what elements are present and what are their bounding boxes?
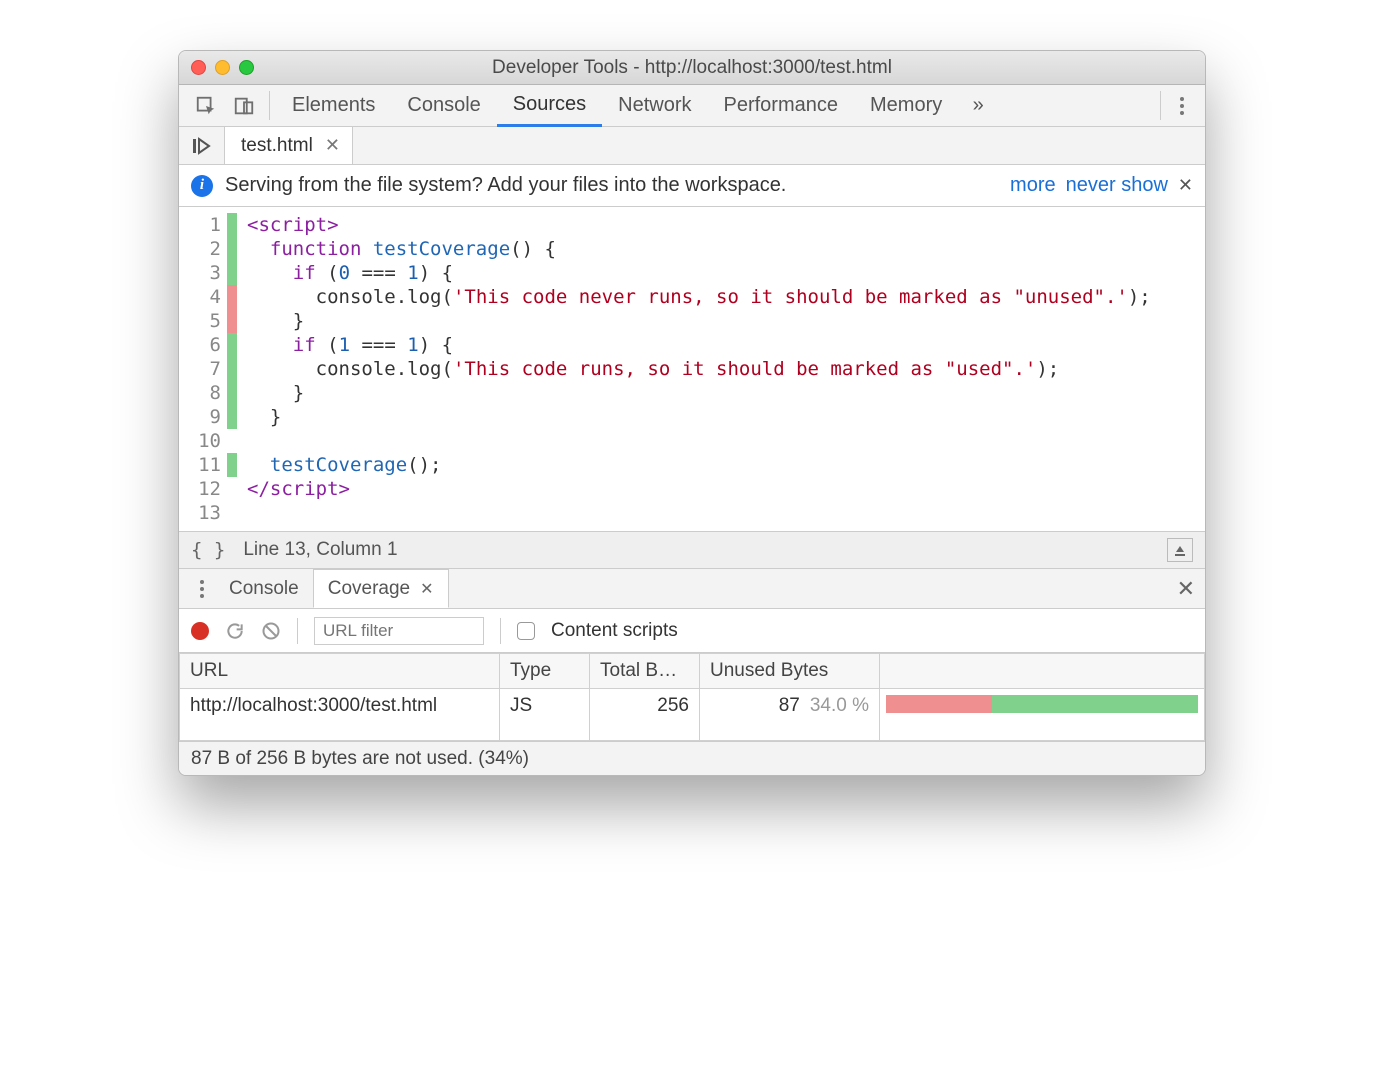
file-tab-label: test.html	[241, 135, 313, 157]
tab-sources[interactable]: Sources	[497, 85, 602, 127]
collapse-pane-icon[interactable]	[1167, 538, 1193, 562]
reload-icon[interactable]	[225, 621, 245, 641]
coverage-table: URL Type Total B… Unused Bytes http://lo…	[179, 653, 1205, 741]
table-header-row: URL Type Total B… Unused Bytes	[180, 654, 1205, 689]
drawer-tab-console[interactable]: Console	[215, 569, 313, 608]
col-header-type[interactable]: Type	[500, 654, 590, 689]
col-header-unused[interactable]: Unused Bytes	[700, 654, 880, 689]
cursor-position: Line 13, Column 1	[243, 539, 397, 561]
table-row[interactable]: http://localhost:3000/test.htmlJS2568734…	[180, 689, 1205, 741]
coverage-toolbar: Content scripts	[179, 609, 1205, 653]
code-area[interactable]: <script> function testCoverage() { if (0…	[237, 207, 1205, 531]
tab-elements[interactable]: Elements	[276, 85, 391, 126]
titlebar: Developer Tools - http://localhost:3000/…	[179, 51, 1205, 85]
window-controls	[191, 60, 254, 75]
zoom-window-button[interactable]	[239, 60, 254, 75]
tab-memory[interactable]: Memory	[854, 85, 958, 126]
divider	[269, 91, 270, 120]
minimize-window-button[interactable]	[215, 60, 230, 75]
col-header-total[interactable]: Total B…	[590, 654, 700, 689]
divider	[297, 618, 298, 644]
divider	[1160, 91, 1161, 120]
tab-console[interactable]: Console	[391, 85, 496, 126]
drawer-menu-icon[interactable]	[189, 579, 215, 599]
col-header-url[interactable]: URL	[180, 654, 500, 689]
inspect-element-icon[interactable]	[187, 85, 225, 126]
tab-network[interactable]: Network	[602, 85, 707, 126]
infobar-more-link[interactable]: more	[1010, 174, 1056, 197]
drawer-close-icon[interactable]: ✕	[1177, 576, 1195, 602]
pretty-print-icon[interactable]: { }	[191, 539, 225, 561]
devtools-window: Developer Tools - http://localhost:3000/…	[178, 50, 1206, 776]
info-icon: i	[191, 175, 213, 197]
editor-statusbar: { } Line 13, Column 1	[179, 531, 1205, 569]
close-tab-icon[interactable]: ✕	[325, 135, 340, 156]
main-tabstrip: ElementsConsoleSourcesNetworkPerformance…	[179, 85, 1205, 127]
infobar-close-icon[interactable]: ✕	[1178, 175, 1193, 196]
infobar-never-show-link[interactable]: never show	[1066, 174, 1168, 197]
close-window-button[interactable]	[191, 60, 206, 75]
file-tab-test-html[interactable]: test.html ✕	[225, 127, 353, 164]
record-button[interactable]	[191, 622, 209, 640]
coverage-summary-bar: 87 B of 256 B bytes are not used. (34%)	[179, 741, 1205, 775]
settings-menu-icon[interactable]	[1167, 85, 1197, 126]
infobar-message: Serving from the file system? Add your f…	[225, 174, 786, 197]
drawer-tab-coverage[interactable]: Coverage✕	[313, 569, 449, 608]
url-filter-input[interactable]	[314, 617, 484, 645]
workspace-infobar: i Serving from the file system? Add your…	[179, 165, 1205, 207]
content-scripts-checkbox[interactable]	[517, 622, 535, 640]
coverage-gutter	[227, 207, 237, 531]
tab-performance[interactable]: Performance	[708, 85, 855, 126]
line-number-gutter: 12345678910111213	[179, 207, 227, 531]
divider	[500, 618, 501, 644]
col-header-bar	[880, 654, 1205, 689]
clear-icon[interactable]	[261, 621, 281, 641]
device-toolbar-icon[interactable]	[225, 85, 263, 126]
debugger-resume-icon[interactable]	[179, 127, 225, 164]
coverage-summary-text: 87 B of 256 B bytes are not used. (34%)	[191, 748, 529, 770]
content-scripts-label: Content scripts	[551, 620, 678, 642]
close-tab-icon[interactable]: ✕	[420, 579, 433, 599]
drawer-tabstrip: ConsoleCoverage✕ ✕	[179, 569, 1205, 609]
open-files-tabstrip: test.html ✕	[179, 127, 1205, 165]
window-title: Developer Tools - http://localhost:3000/…	[179, 57, 1205, 79]
more-tabs-button[interactable]: »	[958, 85, 998, 126]
source-editor[interactable]: 12345678910111213 <script> function test…	[179, 207, 1205, 531]
